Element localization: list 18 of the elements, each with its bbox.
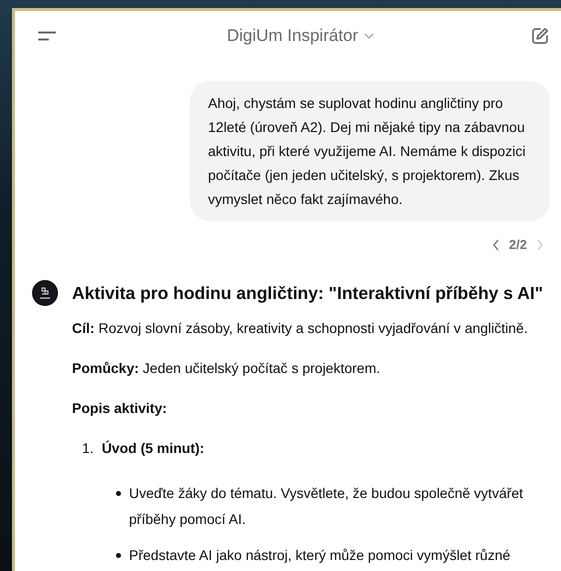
paragraph: Cíl: Rozvoj slovní zásoby, kreativity a schopnosti vyjadřování v angličtině.	[72, 319, 529, 338]
user-message: Ahoj, chystám se suplovat hodinu angličtiny pro 12leté (úroveň A2). Dej mi nějaké tipy na zábavnou aktivitu, při které využijeme AI. Nemáme k dispozici počítače (jen jeden učitelský, s projektorem). Zkus vymyslet něco fakt zajímavého.	[190, 81, 550, 221]
menu-icon[interactable]	[38, 31, 56, 41]
list-number: 1.	[82, 439, 94, 458]
list-item-text: Uveďte žáky do tématu. Vysvětlete, že budou společně vytvářet příběhy pomocí AI.	[129, 484, 524, 529]
version-counter: 2/2	[508, 237, 527, 252]
list-item-text: Představte AI jako nástroj, který může pomoci vymýšlet různé	[129, 546, 510, 565]
edit-icon[interactable]	[531, 27, 549, 45]
paragraph: Pomůcky: Jeden učitelský počítač s projektorem.	[72, 359, 382, 378]
chat-title[interactable]: DigiUm Inspirátor	[226, 26, 358, 46]
response-heading: Aktivita pro hodinu angličtiny: "Interaktivní příběhy s AI"	[72, 282, 544, 305]
avatar-icon	[32, 280, 58, 306]
previous-icon[interactable]	[492, 238, 500, 250]
bullet-icon	[116, 491, 121, 496]
bullet-icon	[116, 553, 121, 558]
paragraph: Popis aktivity:	[72, 399, 168, 418]
chevron-down-icon[interactable]	[364, 33, 374, 39]
step-title: Úvod (5 minut):	[102, 439, 204, 458]
